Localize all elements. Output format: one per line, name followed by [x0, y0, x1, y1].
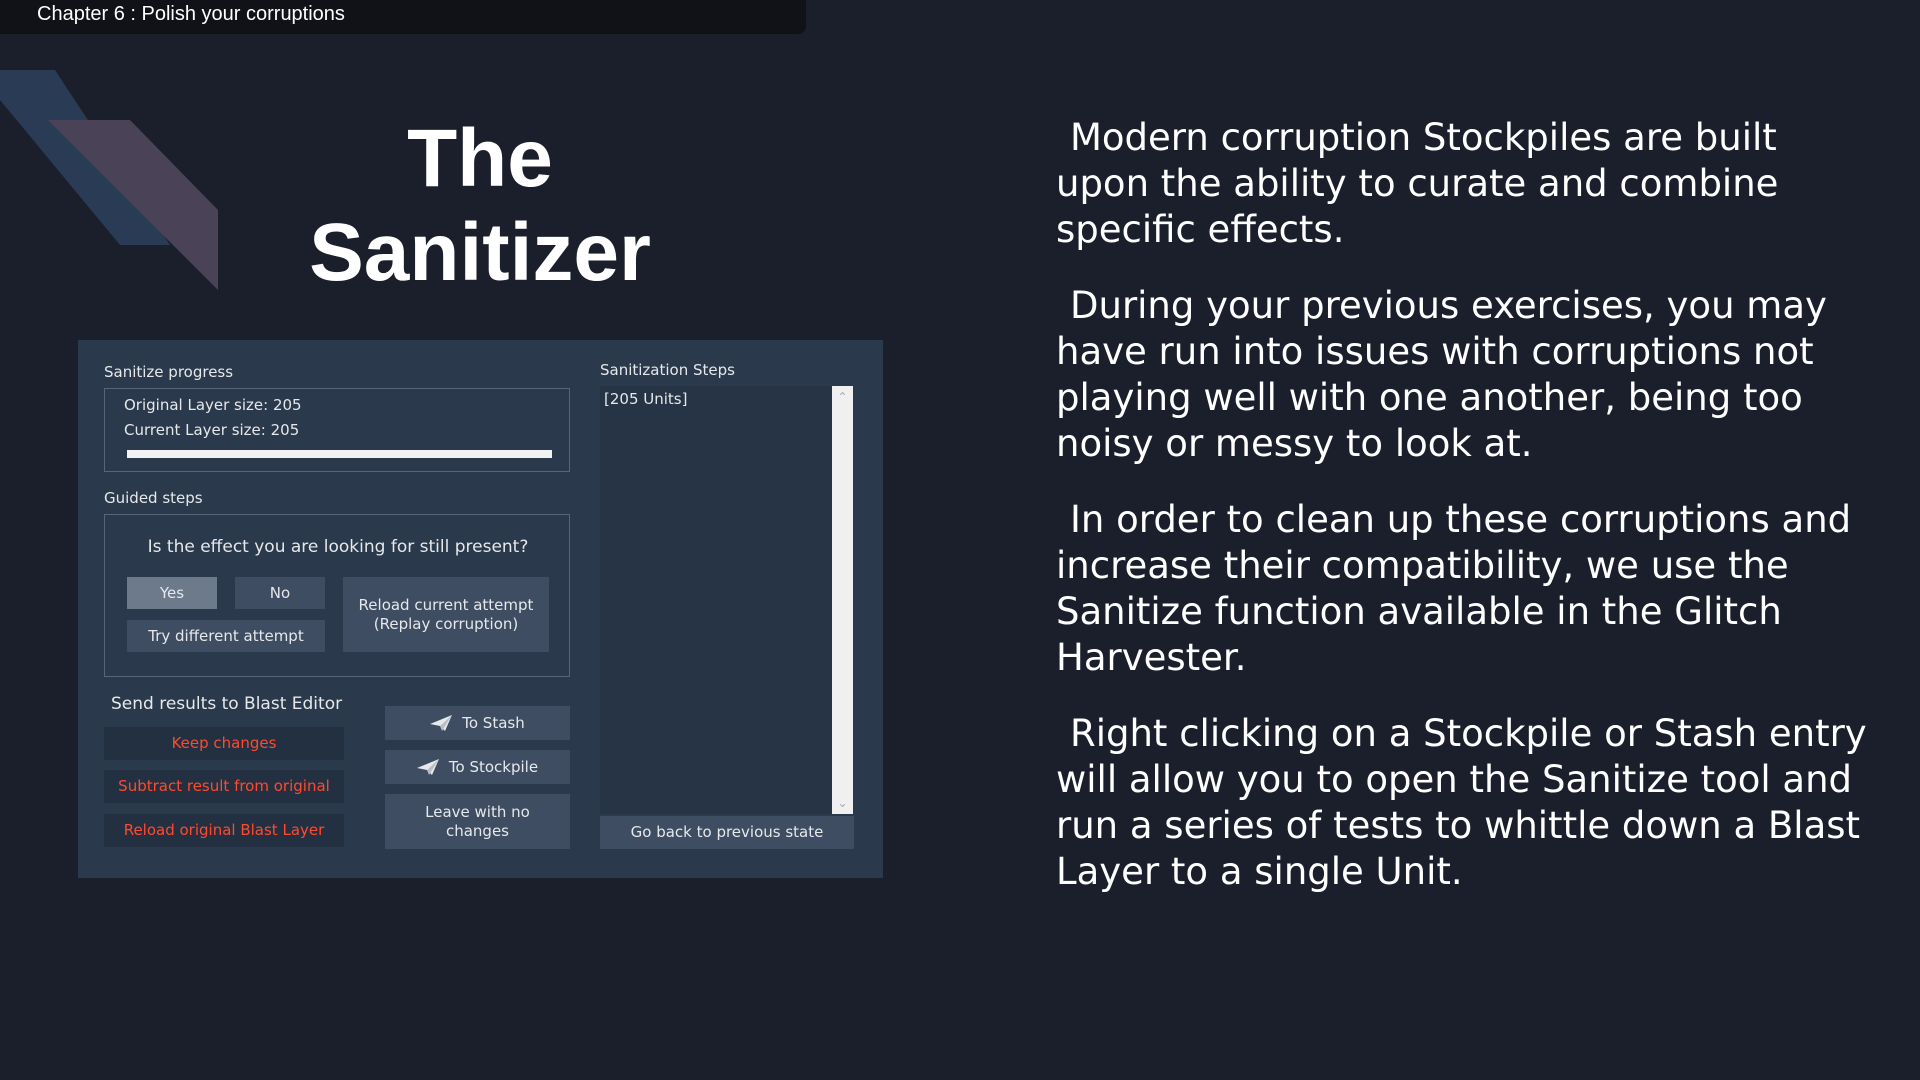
- sanitization-steps-label: Sanitization Steps: [600, 361, 735, 379]
- sanitization-steps-list[interactable]: [205 Units]: [600, 386, 832, 814]
- paragraph-4: Right clicking on a Stockpile or Stash e…: [1056, 712, 1867, 893]
- sanitize-progress-fill: [127, 450, 552, 458]
- leave-line2: changes: [445, 821, 510, 840]
- keep-changes-button[interactable]: Keep changes: [104, 727, 344, 760]
- title-line-1: The: [407, 113, 553, 204]
- sanitize-progress-box: Original Layer size: 205 Current Layer s…: [104, 388, 570, 472]
- leave-line1: Leave with no: [425, 802, 530, 821]
- go-back-previous-state-button[interactable]: Go back to previous state: [600, 816, 854, 849]
- send-results-label: Send results to Blast Editor: [111, 694, 343, 714]
- paragraph-2: During your previous exercises, you may …: [1056, 284, 1827, 465]
- reload-current-attempt-line1: Reload current attempt: [358, 595, 534, 614]
- steps-scrollbar[interactable]: ⌃ ⌄: [832, 386, 853, 814]
- list-item[interactable]: [205 Units]: [604, 390, 687, 408]
- reload-current-attempt-line2: (Replay corruption): [373, 614, 519, 633]
- to-stockpile-label: To Stockpile: [448, 757, 539, 776]
- chapter-bar: Chapter 6 : Polish your corruptions: [0, 0, 806, 34]
- paper-plane-icon: [430, 715, 453, 731]
- sanitize-progress-bar: [127, 450, 552, 458]
- reload-current-attempt-button[interactable]: Reload current attempt (Replay corruptio…: [343, 577, 549, 652]
- guided-steps-label: Guided steps: [104, 489, 203, 507]
- to-stockpile-button[interactable]: To Stockpile: [385, 750, 570, 784]
- leave-with-no-changes-button[interactable]: Leave with no changes: [385, 794, 570, 849]
- reload-original-blast-layer-button[interactable]: Reload original Blast Layer: [104, 814, 344, 847]
- sanitize-progress-label: Sanitize progress: [104, 363, 234, 381]
- chapter-title: Chapter 6 : Polish your corruptions: [37, 3, 345, 25]
- paragraph-3: In order to clean up these corruptions a…: [1056, 498, 1852, 679]
- to-stash-label: To Stash: [462, 713, 525, 732]
- guided-steps-box: Is the effect you are looking for still …: [104, 514, 570, 677]
- slide-body: Modern corruption Stockpiles are built u…: [1056, 115, 1876, 925]
- try-different-attempt-button[interactable]: Try different attempt: [127, 620, 325, 652]
- subtract-result-button[interactable]: Subtract result from original: [104, 770, 344, 803]
- scroll-down-icon[interactable]: ⌄: [832, 794, 853, 812]
- to-stash-button[interactable]: To Stash: [385, 706, 570, 740]
- yes-button[interactable]: Yes: [127, 577, 217, 609]
- paper-plane-icon: [416, 759, 439, 775]
- guided-question: Is the effect you are looking for still …: [147, 537, 529, 557]
- current-layer-size: Current Layer size: 205: [124, 421, 300, 439]
- title-line-2: Sanitizer: [309, 207, 651, 298]
- paragraph-1: Modern corruption Stockpiles are built u…: [1056, 116, 1779, 251]
- slide-title: The Sanitizer: [230, 112, 730, 300]
- scroll-up-icon[interactable]: ⌃: [832, 388, 853, 406]
- decorative-stripes: [0, 70, 218, 290]
- original-layer-size: Original Layer size: 205: [124, 396, 302, 414]
- no-button[interactable]: No: [235, 577, 325, 609]
- sanitizer-window: Sanitize progress Original Layer size: 2…: [78, 340, 883, 878]
